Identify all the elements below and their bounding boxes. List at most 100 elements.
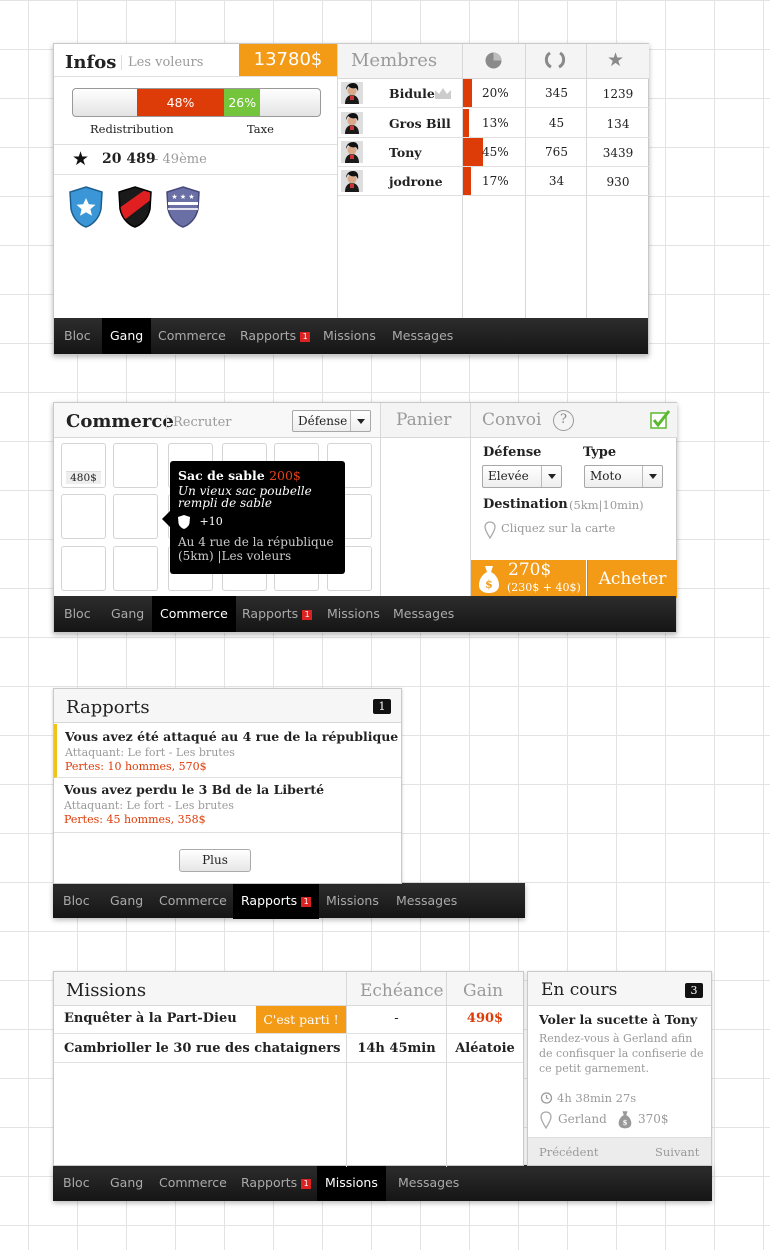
nav-missions[interactable]: Missions [323, 318, 376, 354]
convoi-title: Convoi [482, 410, 542, 430]
infos-subtitle: Les voleurs [121, 55, 203, 70]
tooltip-address: Au 4 rue de la république [178, 535, 334, 549]
shop-slot[interactable] [113, 494, 158, 539]
report-title: Vous avez perdu le 3 Bd de la Liberté [64, 782, 325, 797]
slot-price: 480$ [66, 471, 101, 484]
nav-missions[interactable]: Missions [317, 1165, 386, 1201]
previous-button[interactable]: Précédent [539, 1145, 598, 1159]
nav-gang[interactable]: Gang [102, 318, 152, 354]
buy-button[interactable]: Acheter [587, 560, 677, 598]
mission-row[interactable]: Cambrioller le 30 rue des chataigners 14… [54, 1035, 523, 1063]
mission-gain: 490$ [466, 1011, 504, 1026]
mission-deadline: 14h 45min [357, 1041, 436, 1056]
nav-messages[interactable]: Messages [392, 318, 453, 354]
crown-icon [435, 88, 451, 99]
total-value: 270$ [508, 560, 552, 580]
shop-slot[interactable] [113, 443, 158, 488]
taxe-label: Taxe [247, 122, 274, 136]
recruit-tab[interactable]: Recruter [166, 415, 231, 430]
nav-rapports[interactable]: Rapports 1 [241, 1165, 312, 1201]
redistribution-label: Redistribution [90, 122, 174, 136]
nav-missions[interactable]: Missions [327, 596, 380, 632]
help-icon[interactable]: ? [553, 410, 574, 431]
shield-stars-icon[interactable]: ★ ★ ★ [165, 185, 201, 229]
shop-slot[interactable]: 480$ [61, 443, 106, 488]
map-pin-icon [484, 521, 496, 539]
defense-select[interactable]: Elevée [482, 465, 562, 488]
nav-bar: Bloc Gang Commerce Rapports 1 Missions Me… [54, 596, 676, 632]
nav-commerce[interactable]: Commerce [158, 318, 226, 354]
commerce-title: Commerce [66, 411, 174, 432]
infos-title: Infos [65, 52, 117, 73]
nav-missions[interactable]: Missions [326, 883, 379, 919]
shield-stripe-icon[interactable] [117, 185, 153, 229]
nav-rapports[interactable]: Rapports 1 [240, 318, 311, 354]
star-column-icon: ★ [607, 49, 625, 71]
score-value: 20 489 [102, 151, 156, 167]
members-title: Membres [351, 50, 438, 71]
divider [54, 144, 337, 145]
nav-messages[interactable]: Messages [393, 596, 454, 632]
encours-count: 3 [685, 983, 703, 998]
nav-gang[interactable]: Gang [111, 596, 144, 632]
nav-commerce[interactable]: Commerce [159, 1165, 227, 1201]
member-contribution: 17% [482, 174, 509, 188]
infos-panel: Infos Les voleurs 13780$ 48% 26% Redistr… [53, 43, 649, 355]
shield-star-icon[interactable] [68, 185, 104, 229]
tooltip-arrow [162, 511, 170, 527]
report-item[interactable]: Vous avez été attaqué au 4 rue de la rép… [54, 724, 401, 778]
star-icon: ★ [72, 148, 90, 170]
member-row[interactable]: Tony 45% 765 3439 [338, 138, 649, 167]
rapports-panel: Rapports 1 Vous avez été attaqué au 4 ru… [53, 688, 402, 884]
redistribution-fill: 48% [137, 89, 225, 116]
encours-panel: En cours 3 Voler la sucette à Tony Rende… [527, 971, 712, 1166]
mission-row[interactable]: Enquêter à la Part-Dieu C'est parti ! - … [54, 1006, 523, 1034]
shop-slot[interactable] [113, 546, 158, 591]
map-pin-icon [540, 1111, 552, 1129]
member-name: jodrone [389, 174, 443, 189]
money-bag-icon: $ [618, 1111, 632, 1129]
rank-value: - 49ème [154, 152, 207, 167]
nav-gang[interactable]: Gang [110, 1165, 143, 1201]
nav-gang[interactable]: Gang [110, 883, 143, 919]
nav-commerce[interactable]: Commerce [159, 883, 227, 919]
nav-bloc[interactable]: Bloc [64, 318, 91, 354]
member-row[interactable]: jodrone 17% 34 930 [338, 167, 649, 196]
avatar [341, 112, 363, 134]
missions-title: Missions [66, 980, 147, 1001]
destination-label: Destination [483, 497, 568, 512]
nav-bloc[interactable]: Bloc [64, 596, 91, 632]
more-button[interactable]: Plus [179, 849, 251, 872]
mission-name: Enquêter à la Part-Dieu [64, 1011, 237, 1026]
nav-rapports[interactable]: Rapports 1 [242, 596, 313, 632]
current-mission-title: Voler la sucette à Tony [539, 1012, 698, 1027]
member-score: 3439 [602, 146, 634, 160]
report-item[interactable]: Vous avez perdu le 3 Bd de la Liberté At… [54, 779, 401, 833]
avatar [341, 170, 363, 192]
next-button[interactable]: Suivant [655, 1145, 699, 1159]
nav-messages[interactable]: Messages [396, 883, 457, 919]
nav-bloc[interactable]: Bloc [63, 883, 90, 919]
member-score: 930 [606, 175, 630, 189]
shop-slot[interactable] [61, 494, 106, 539]
destination-info: (5km|10min) [569, 498, 644, 512]
type-select[interactable]: Moto [584, 465, 663, 488]
shop-slot[interactable] [61, 546, 106, 591]
mission-start-tag[interactable]: C'est parti ! [256, 1006, 346, 1033]
clock-icon [540, 1092, 553, 1104]
member-row[interactable]: Gros Bill 13% 45 134 [338, 109, 649, 138]
member-score: 134 [606, 117, 630, 131]
nav-bloc[interactable]: Bloc [63, 1165, 90, 1201]
member-row[interactable]: Bidule 20% 345 1239 [338, 79, 649, 108]
svg-text:$: $ [623, 1118, 628, 1127]
category-select[interactable]: Défense [292, 410, 371, 432]
checkbox-checked-icon[interactable] [650, 410, 670, 430]
map-hint[interactable]: Cliquez sur la carte [501, 521, 615, 535]
current-mission-desc: Rendez-vous à Gerland afin de confisquer… [539, 1032, 704, 1075]
pie-icon [485, 52, 502, 69]
nav-rapports[interactable]: Rapports 1 [233, 883, 320, 919]
taxe-fill: 26% [224, 89, 261, 116]
nav-commerce[interactable]: Commerce [152, 596, 236, 632]
nav-messages[interactable]: Messages [398, 1165, 459, 1201]
member-contribution: 13% [482, 116, 509, 130]
